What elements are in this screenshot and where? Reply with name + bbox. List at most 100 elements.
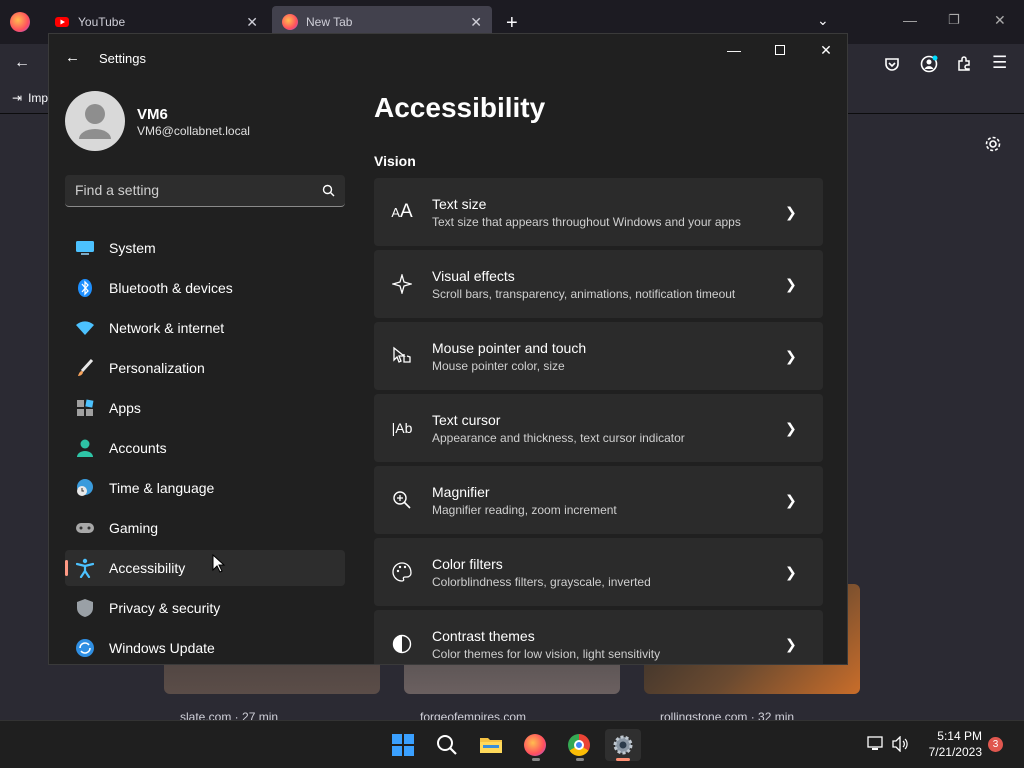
network-icon[interactable] <box>867 736 885 752</box>
chevron-right-icon: ❯ <box>785 491 797 508</box>
firefox-icon <box>524 734 546 756</box>
account-icon[interactable] <box>920 55 938 73</box>
settings-title-bar: ← Settings — ✕ <box>49 34 847 82</box>
notification-badge[interactable]: 3 <box>988 737 1003 752</box>
close-window-icon[interactable]: ✕ <box>994 12 1006 29</box>
sidebar-item-label: Network & internet <box>109 320 225 336</box>
gamepad-icon <box>75 518 95 538</box>
pocket-icon[interactable] <box>884 56 900 72</box>
card-title: Text size <box>432 195 487 212</box>
taskbar-search-button[interactable] <box>429 729 465 761</box>
firefox-menu-icon[interactable] <box>10 12 30 32</box>
restore-icon[interactable]: ❐ <box>948 12 960 28</box>
profile-name: VM6 <box>137 106 168 123</box>
back-arrow-icon[interactable]: ← <box>14 54 30 72</box>
monitor-icon <box>75 238 95 258</box>
volume-icon[interactable] <box>892 736 910 752</box>
chevron-right-icon: ❯ <box>785 275 797 292</box>
search-icon <box>437 735 457 755</box>
contrast-icon <box>390 632 414 656</box>
card-title: Magnifier <box>432 483 490 500</box>
card-title: Mouse pointer and touch <box>432 339 587 356</box>
card-subtitle: Mouse pointer color, size <box>432 358 565 373</box>
mouse-cursor-icon <box>212 554 226 573</box>
maximize-button[interactable] <box>757 34 803 66</box>
start-button[interactable] <box>385 729 421 761</box>
chrome-icon <box>568 734 590 756</box>
sidebar-item-personalization[interactable]: Personalization <box>65 350 345 386</box>
setting-card-color-filters[interactable]: Color filters Colorblindness filters, gra… <box>374 538 823 606</box>
sidebar-item-label: Accounts <box>109 440 167 456</box>
sidebar-item-system[interactable]: System <box>65 230 345 266</box>
card-title: Color filters <box>432 555 503 572</box>
globe-clock-icon <box>75 478 95 498</box>
sidebar-item-bluetooth[interactable]: Bluetooth & devices <box>65 270 345 306</box>
page-title: Accessibility <box>374 92 546 123</box>
minimize-icon: — <box>727 42 741 58</box>
import-bookmarks-link[interactable]: ⇥ Imp <box>12 91 48 105</box>
card-title: Visual effects <box>432 267 515 284</box>
sidebar-item-network[interactable]: Network & internet <box>65 310 345 346</box>
sidebar-item-accounts[interactable]: Accounts <box>65 430 345 466</box>
minimize-icon[interactable]: — <box>903 12 917 28</box>
sparkle-icon <box>390 272 414 296</box>
sidebar-item-accessibility[interactable]: Accessibility <box>65 550 345 586</box>
sidebar-item-label: Privacy & security <box>109 600 221 616</box>
taskbar-settings[interactable] <box>605 729 641 761</box>
sidebar-item-apps[interactable]: Apps <box>65 390 345 426</box>
hamburger-menu-icon[interactable]: ☰ <box>992 53 1007 73</box>
sidebar-item-windows-update[interactable]: Windows Update <box>65 630 345 664</box>
avatar[interactable] <box>65 91 125 151</box>
shield-icon <box>75 598 95 618</box>
back-arrow-icon[interactable]: ← <box>65 49 80 66</box>
chevron-right-icon: ❯ <box>785 419 797 436</box>
minimize-button[interactable]: — <box>711 34 757 66</box>
list-tabs-chevron-icon[interactable]: ⌄ <box>817 12 829 29</box>
new-tab-plus-icon[interactable]: + <box>506 12 518 35</box>
taskbar-firefox[interactable] <box>517 729 553 761</box>
sidebar-item-gaming[interactable]: Gaming <box>65 510 345 546</box>
clock-time: 5:14 PM <box>937 729 982 743</box>
card-subtitle: Text size that appears throughout Window… <box>432 214 741 229</box>
sidebar-item-label: Time & language <box>109 480 215 496</box>
profile-email: VM6@collabnet.local <box>137 124 250 138</box>
sidebar-item-privacy[interactable]: Privacy & security <box>65 590 345 626</box>
setting-card-text-size[interactable]: AA Text size Text size that appears throu… <box>374 178 823 246</box>
chevron-right-icon: ❯ <box>785 635 797 652</box>
selection-indicator <box>65 560 68 576</box>
clock[interactable]: 5:14 PM 7/21/2023 <box>926 729 982 759</box>
sidebar-item-time-language[interactable]: Time & language <box>65 470 345 506</box>
sidebar-item-label: Apps <box>109 400 141 416</box>
extensions-icon[interactable] <box>956 56 972 72</box>
setting-card-magnifier[interactable]: Magnifier Magnifier reading, zoom increme… <box>374 466 823 534</box>
search-icon <box>322 184 335 197</box>
accessibility-icon <box>75 558 95 578</box>
sidebar-item-label: Windows Update <box>109 640 215 656</box>
tab-label: New Tab <box>306 15 353 29</box>
close-tab-icon[interactable]: ✕ <box>470 14 482 31</box>
setting-card-visual-effects[interactable]: Visual effects Scroll bars, transparency,… <box>374 250 823 318</box>
taskbar-chrome[interactable] <box>561 729 597 761</box>
person-icon <box>75 438 95 458</box>
active-indicator <box>616 758 630 761</box>
close-tab-icon[interactable]: ✕ <box>246 14 258 31</box>
chevron-right-icon: ❯ <box>785 563 797 580</box>
clock-date: 7/21/2023 <box>928 745 982 759</box>
youtube-icon <box>55 17 69 27</box>
taskbar-file-explorer[interactable] <box>473 729 509 761</box>
setting-card-mouse-pointer[interactable]: Mouse pointer and touch Mouse pointer col… <box>374 322 823 390</box>
setting-card-contrast-themes[interactable]: Contrast themes Color themes for low visi… <box>374 610 823 664</box>
pointer-icon <box>390 344 414 368</box>
close-button[interactable]: ✕ <box>803 34 847 66</box>
tab-label: YouTube <box>78 15 126 29</box>
magnifier-icon <box>390 488 414 512</box>
search-input[interactable]: Find a setting <box>65 175 345 207</box>
setting-card-text-cursor[interactable]: |Ab Text cursor Appearance and thickness,… <box>374 394 823 462</box>
window-title: Settings <box>99 51 146 66</box>
gear-icon[interactable] <box>984 135 1002 153</box>
brush-icon <box>75 358 95 378</box>
text-cursor-icon: |Ab <box>391 420 413 436</box>
card-subtitle: Colorblindness filters, grayscale, inver… <box>432 574 651 589</box>
import-label: Imp <box>28 91 49 105</box>
card-subtitle: Magnifier reading, zoom increment <box>432 502 617 517</box>
